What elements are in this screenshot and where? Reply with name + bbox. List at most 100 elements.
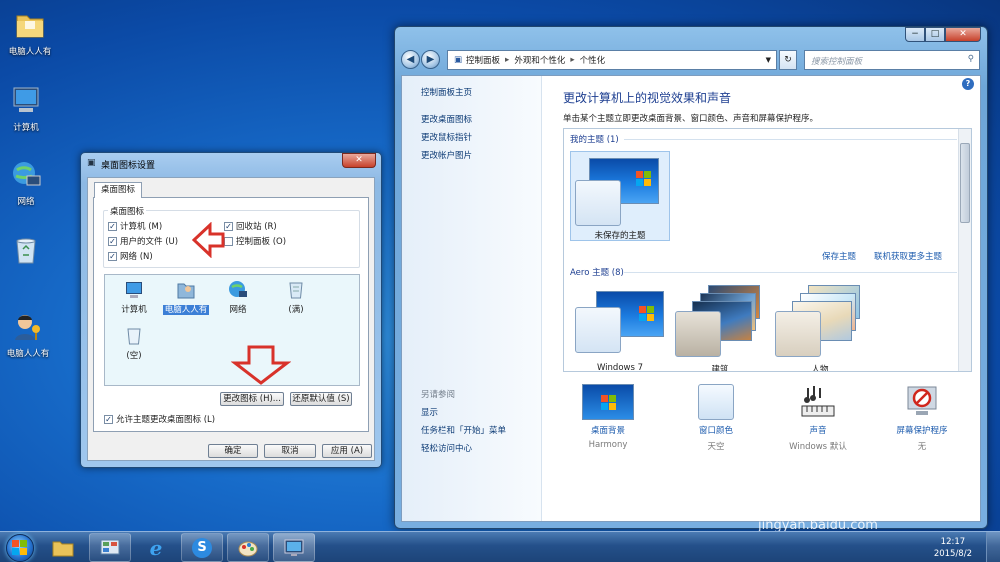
tab-panel: 桌面图标 ✓ 计算机 (M) ✓ 回收站 (R) ✓ 用户的文件 (U) 控制面… — [93, 197, 369, 432]
checkbox-computer[interactable]: ✓ 计算机 (M) — [108, 220, 162, 232]
divider — [624, 139, 957, 140]
window-color-swatch — [575, 180, 621, 226]
more-themes-link[interactable]: 联机获取更多主题 — [874, 250, 942, 262]
forward-button[interactable]: ▶ — [421, 50, 440, 69]
taskbar-display-settings[interactable] — [273, 533, 315, 562]
checkbox-control-panel[interactable]: 控制面板 (O) — [224, 235, 286, 247]
show-desktop-button[interactable] — [986, 532, 1000, 562]
sound-item[interactable]: 声音 Windows 默认 — [773, 376, 863, 452]
checkbox-label: 允许主题更改桌面图标 (L) — [116, 415, 216, 425]
close-button[interactable]: ✕ — [945, 27, 981, 42]
checkbox-user-files[interactable]: ✓ 用户的文件 (U) — [108, 235, 178, 247]
cancel-button[interactable]: 取消 — [264, 444, 316, 458]
checkbox-network[interactable]: ✓ 网络 (N) — [108, 250, 153, 262]
checkbox-box[interactable]: ✓ — [108, 251, 117, 261]
link-ease-of-access[interactable]: 轻松访问中心 — [421, 442, 472, 454]
control-panel-icon: ▣ — [454, 55, 463, 65]
theme-unsaved[interactable]: 未保存的主题 — [570, 151, 670, 241]
desktop-icon-recycle-bin[interactable] — [0, 234, 56, 271]
item-value: Harmony — [588, 440, 628, 450]
refresh-button[interactable]: ↻ — [779, 50, 797, 70]
recycle-bin-full-icon — [285, 279, 307, 301]
checkbox-recycle-bin[interactable]: ✓ 回收站 (R) — [224, 220, 277, 232]
search-icon[interactable]: ⚲ — [968, 54, 974, 64]
item-label: 声音 — [809, 426, 827, 436]
list-item-computer[interactable]: 计算机 — [109, 279, 159, 315]
system-clock[interactable]: 12:17 2015/8/2 — [934, 536, 972, 560]
help-icon[interactable]: ? — [962, 78, 974, 90]
theme-label: 未保存的主题 — [594, 231, 646, 241]
taskbar-explorer[interactable] — [42, 533, 84, 562]
theme-windows7[interactable]: Windows 7 — [570, 285, 670, 371]
screensaver-icon — [902, 384, 942, 420]
desktop-icon-folder[interactable]: 电脑人人有 — [0, 8, 60, 57]
checkbox-box[interactable]: ✓ — [108, 236, 117, 246]
search-placeholder: 搜索控制面板 — [811, 57, 863, 67]
my-themes-header: 我的主题 (1) — [570, 135, 619, 145]
network-icon — [227, 279, 249, 301]
link-control-panel-home[interactable]: 控制面板主页 — [421, 86, 472, 98]
taskbar-internet-explorer[interactable]: e — [135, 533, 177, 562]
window-color-swatch — [775, 311, 821, 357]
list-item-user-folder[interactable]: 电脑人人有 — [161, 279, 211, 315]
item-value: 天空 — [707, 442, 725, 452]
window-client-area: 控制面板主页 更改桌面图标 更改鼠标指针 更改帐户图片 另请参阅 显示 任务栏和… — [401, 75, 981, 522]
baidu-jingyan-watermark: Bai经验 jingyan.baidu.com — [740, 466, 881, 533]
start-button[interactable] — [6, 534, 34, 562]
internet-explorer-icon: e — [149, 535, 163, 560]
desktop-icon-network[interactable]: 网络 — [0, 158, 56, 207]
scrollbar-thumb[interactable] — [960, 143, 970, 223]
list-item-label: (满) — [288, 305, 304, 315]
theme-label: 人物 — [811, 365, 829, 372]
desktop-icon-computer[interactable]: 计算机 — [0, 84, 56, 133]
link-change-mouse-pointers[interactable]: 更改鼠标指针 — [421, 131, 472, 143]
checkbox-box[interactable]: ✓ — [108, 221, 117, 231]
change-icon-button[interactable]: 更改图标 (H)... — [220, 392, 284, 406]
theme-characters[interactable]: 人物 — [770, 285, 870, 372]
breadcrumb-item[interactable]: 控制面板 — [466, 54, 500, 66]
window-color-item[interactable]: 窗口颜色 天空 — [671, 376, 761, 452]
address-bar[interactable]: ▣ 控制面板 ▸ 外观和个性化 ▸ 个性化 ▼ — [447, 50, 777, 70]
link-taskbar-start-menu[interactable]: 任务栏和「开始」菜单 — [421, 424, 506, 436]
taskbar-sogou[interactable]: S — [181, 533, 223, 562]
annotation-arrow-left-icon — [192, 222, 225, 258]
ok-button[interactable]: 确定 — [208, 444, 258, 458]
theme-architecture[interactable]: 建筑 — [670, 285, 770, 371]
save-theme-link[interactable]: 保存主题 — [822, 250, 856, 262]
breadcrumb-item[interactable]: 个性化 — [580, 54, 606, 66]
list-item-network[interactable]: 网络 — [213, 279, 263, 315]
screensaver-item[interactable]: 屏幕保护程序 无 — [877, 376, 967, 452]
watermark-logo: Bai经验 — [740, 475, 882, 516]
folder-icon — [13, 8, 47, 42]
breadcrumb-item[interactable]: 外观和个性化 — [514, 54, 565, 66]
maximize-button[interactable]: □ — [925, 27, 945, 42]
desktop-background-item[interactable]: 桌面背景 Harmony — [563, 376, 653, 450]
taskbar-control-panel[interactable] — [89, 533, 131, 562]
apply-button[interactable]: 应用 (A) — [322, 444, 372, 458]
checkbox-box[interactable]: ✓ — [104, 414, 113, 424]
link-display[interactable]: 显示 — [421, 406, 438, 418]
minimize-button[interactable]: − — [905, 27, 925, 42]
link-change-account-picture[interactable]: 更改帐户图片 — [421, 149, 472, 161]
themes-list: 我的主题 (1) 未保存的主题 保存主题 联机获取更多主题 Aero 主题 (8… — [563, 128, 972, 372]
windows-logo-icon — [12, 540, 28, 556]
taskbar-paint[interactable] — [227, 533, 269, 562]
list-item-label: 电脑人人有 — [162, 305, 210, 315]
dialog-close-button[interactable]: ✕ — [342, 153, 376, 168]
back-button[interactable]: ◀ — [401, 50, 420, 69]
link-change-desktop-icons[interactable]: 更改桌面图标 — [421, 113, 472, 125]
restore-default-button[interactable]: 还原默认值 (S) — [290, 392, 352, 406]
themes-scrollbar[interactable] — [958, 129, 971, 371]
window-color-icon — [698, 384, 734, 420]
list-item-recycle-bin-full[interactable]: (满) — [271, 279, 321, 315]
desktop-background-icon — [582, 384, 634, 420]
search-input[interactable]: 搜索控制面板 ⚲ — [804, 50, 980, 70]
tab-desktop-icons[interactable]: 桌面图标 — [94, 182, 142, 198]
dialog-app-icon: ▣ — [87, 158, 96, 168]
network-icon — [9, 158, 43, 192]
desktop-icon-user[interactable]: 电脑人人有 — [0, 310, 58, 359]
chevron-down-icon[interactable]: ▼ — [766, 56, 771, 64]
list-item-recycle-bin-empty[interactable]: (空) — [109, 325, 159, 361]
recycle-bin-icon — [9, 234, 43, 268]
checkbox-allow-themes[interactable]: ✓ 允许主题更改桌面图标 (L) — [104, 413, 215, 425]
